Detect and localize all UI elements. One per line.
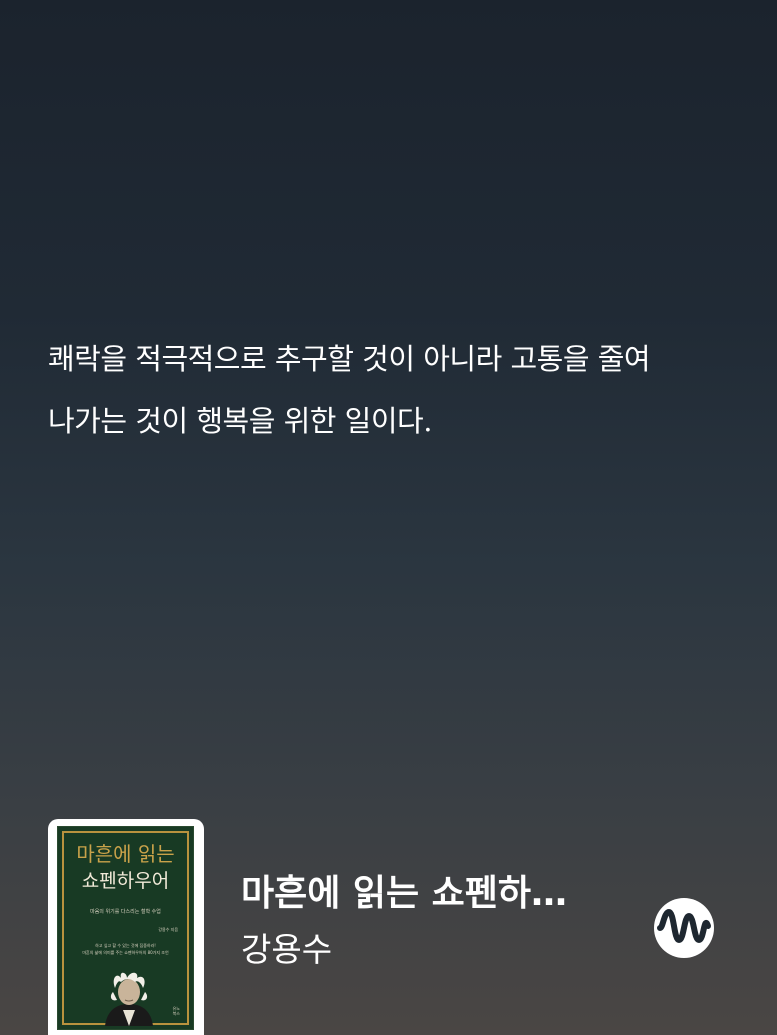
cover-subtitle: 마음의 위기를 다스리는 철학 수업 bbox=[90, 909, 161, 915]
cover-blurb-line-1: 하고 싶고 할 수 있는 것에 집중하라! bbox=[95, 943, 156, 948]
quote-text: 쾌락을 적극적으로 추구할 것이 아니라 고통을 줄여 나가는 것이 행복을 위… bbox=[48, 328, 738, 452]
cover-blurb-line-2: 마흔의 삶에 의미를 주는 쇼펜하우어의 80가지 조언 bbox=[82, 950, 169, 955]
cover-publisher: 유노 북스 bbox=[173, 1006, 180, 1016]
brand-wave-logo-icon[interactable] bbox=[654, 898, 714, 958]
quote-line-2: 나가는 것이 행복을 위한 일이다. bbox=[48, 404, 432, 438]
book-cover-card[interactable]: 마흔에 읽는 쇼펜하우어 마음의 위기를 다스리는 철학 수업 강용수 지음 하… bbox=[48, 819, 204, 1035]
book-title[interactable]: 마흔에 읽는 쇼펜하… bbox=[241, 870, 611, 918]
book-author[interactable]: 강용수 bbox=[241, 926, 332, 974]
cover-author: 강용수 지음 bbox=[158, 927, 178, 932]
cover-blurb: 하고 싶고 할 수 있는 것에 집중하라! 마흔의 삶에 의미를 주는 쇼펜하우… bbox=[57, 942, 194, 956]
philosopher-portrait-icon bbox=[105, 972, 153, 1026]
cover-title-line-1: 마흔에 읽는 bbox=[76, 842, 175, 866]
cover-title-line-2: 쇼펜하우어 bbox=[81, 870, 170, 892]
quote-line-1: 쾌락을 적극적으로 추구할 것이 아니라 고통을 줄여 bbox=[48, 342, 651, 376]
cover-publisher-line-2: 북스 bbox=[172, 1011, 180, 1016]
book-cover-image: 마흔에 읽는 쇼펜하우어 마음의 위기를 다스리는 철학 수업 강용수 지음 하… bbox=[57, 826, 194, 1030]
